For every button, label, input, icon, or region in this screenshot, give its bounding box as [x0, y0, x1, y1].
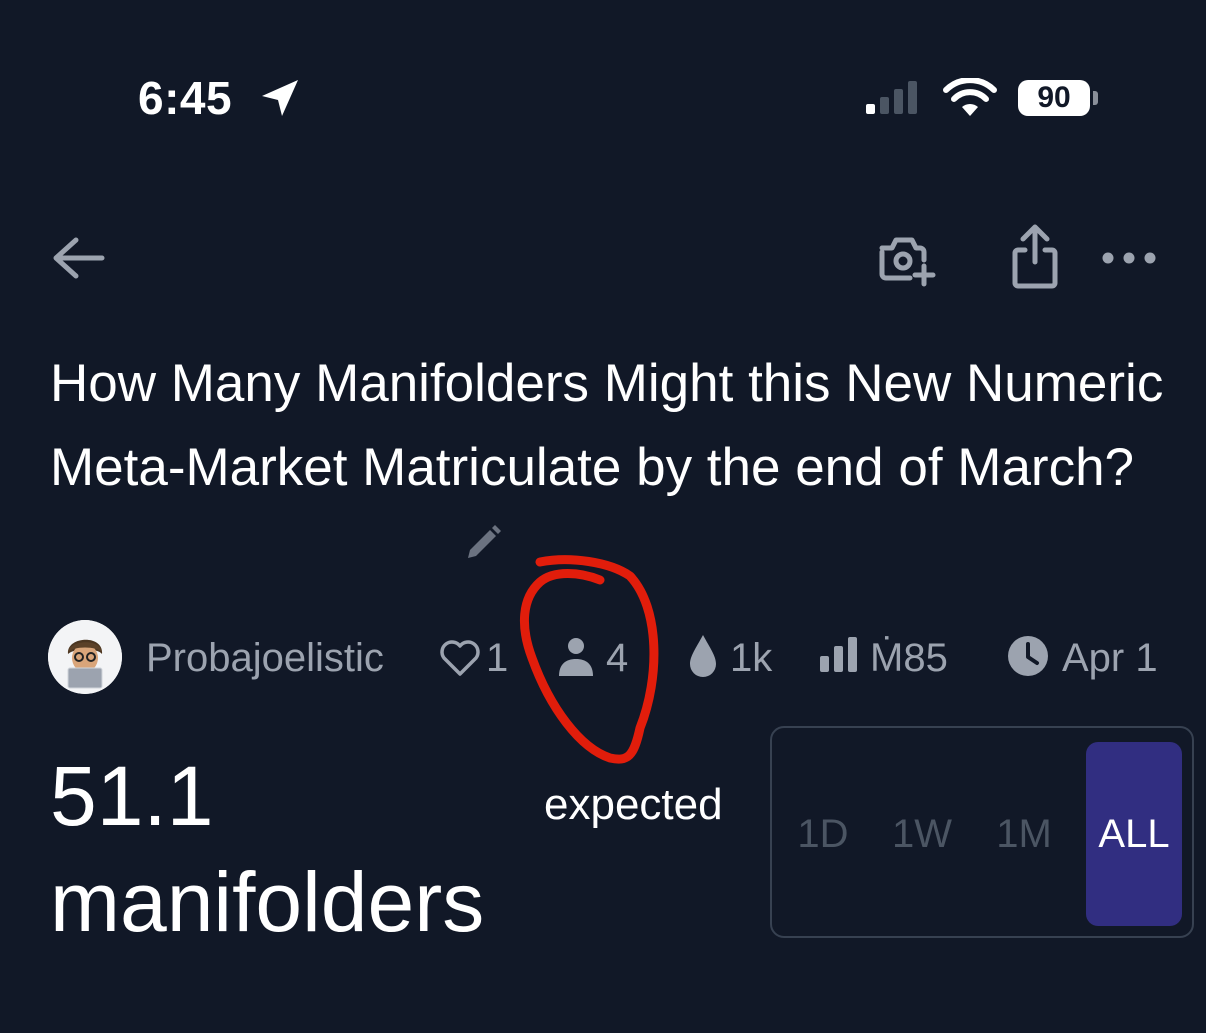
wifi-icon	[943, 78, 997, 116]
avatar-memoji-icon	[48, 620, 122, 694]
heart-icon[interactable]	[438, 638, 482, 678]
avatar[interactable]	[48, 620, 122, 694]
market-title: How Many Manifolders Might this New Nume…	[50, 354, 1164, 497]
range-1m-button[interactable]: 1M	[978, 742, 1070, 926]
status-time: 6:45	[138, 72, 233, 124]
share-icon[interactable]	[1008, 222, 1062, 292]
value-unit: manifolders	[50, 855, 485, 949]
creator-name[interactable]: Probajoelistic	[146, 634, 384, 682]
back-arrow-icon[interactable]	[50, 232, 106, 284]
more-icon[interactable]	[1100, 244, 1158, 272]
value-label: expected	[544, 780, 723, 829]
annotation-circle	[519, 555, 659, 764]
droplet-icon	[690, 635, 716, 677]
bar-chart-icon	[820, 637, 857, 672]
battery-indicator: 90	[1018, 80, 1090, 116]
volume-amount: Ṁ85	[870, 636, 948, 680]
battery-cap	[1093, 91, 1098, 105]
range-1w-button[interactable]: 1W	[876, 742, 968, 926]
range-1d-button[interactable]: 1D	[780, 742, 866, 926]
cellular-signal-icon	[866, 81, 917, 114]
liquidity-amount: 1k	[730, 636, 773, 680]
clock-icon	[1008, 636, 1048, 676]
range-all-button[interactable]: ALL	[1086, 742, 1182, 926]
location-arrow-icon	[262, 80, 298, 116]
close-date: Apr 1	[1062, 636, 1158, 680]
pencil-icon[interactable]	[462, 522, 504, 564]
likes-count: 1	[486, 636, 509, 680]
time-range-selector: 1D 1W 1M ALL	[770, 726, 1194, 938]
expected-value: 51.1	[50, 749, 214, 843]
camera-plus-icon[interactable]	[876, 230, 936, 288]
